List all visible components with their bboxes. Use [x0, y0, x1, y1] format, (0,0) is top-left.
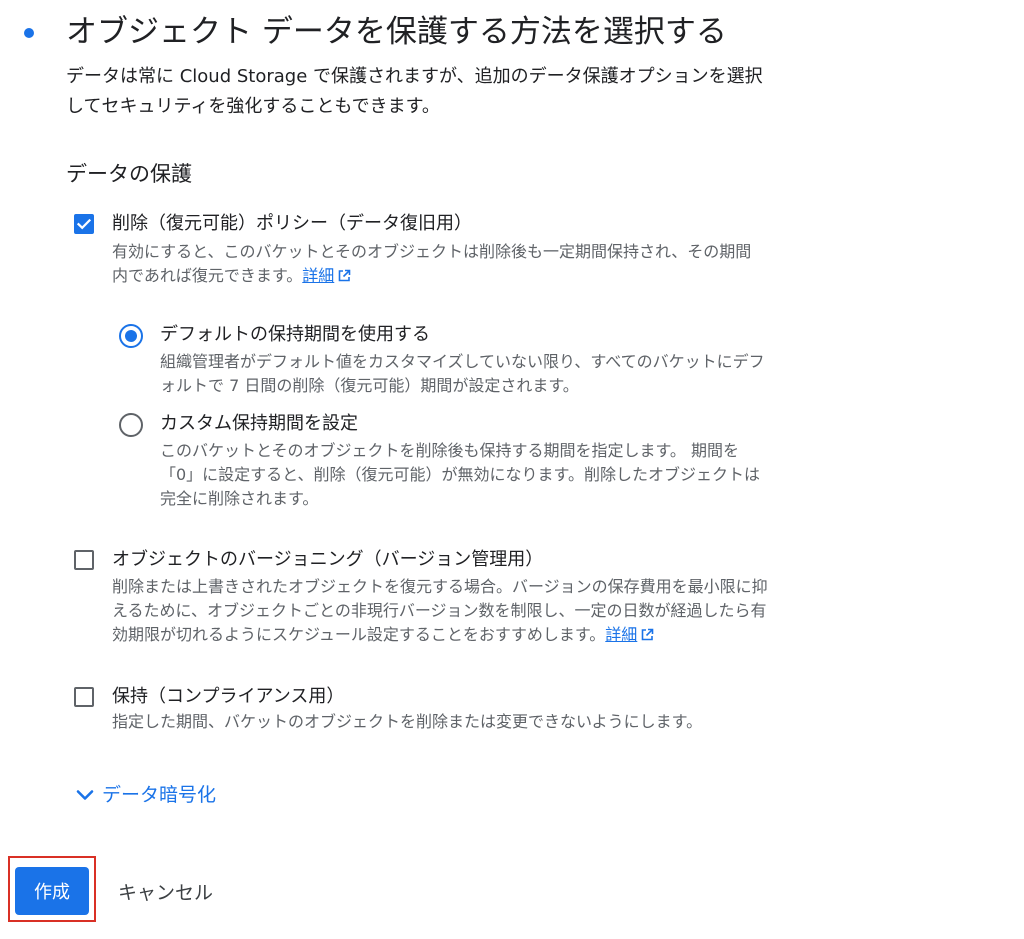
retention-compliance-checkbox[interactable]	[74, 687, 94, 707]
soft-delete-label[interactable]: 削除（復元可能）ポリシー（データ復旧用）	[112, 210, 472, 238]
default-retention-radio[interactable]	[119, 324, 143, 348]
soft-delete-learn-more-link[interactable]: 詳細	[302, 266, 334, 285]
object-versioning-learn-more-link[interactable]: 詳細	[605, 625, 637, 644]
step-title: オブジェクト データを保護する方法を選択する	[66, 14, 727, 50]
custom-retention-radio[interactable]	[119, 413, 143, 437]
retention-compliance-label[interactable]: 保持（コンプライアンス用）	[112, 683, 344, 711]
data-encryption-label: データ暗号化	[102, 784, 217, 806]
cancel-button[interactable]: キャンセル	[104, 867, 227, 915]
chevron-down-icon	[76, 790, 94, 800]
data-protection-heading: データの保護	[66, 162, 192, 186]
object-versioning-help-text: 削除または上書きされたオブジェクトを復元する場合。バージョンの保存費用を最小限に…	[112, 577, 768, 644]
soft-delete-checkbox[interactable]	[74, 214, 94, 234]
step-description: データは常に Cloud Storage で保護されますが、追加のデータ保護オプ…	[66, 66, 763, 117]
custom-retention-help: このバケットとそのオブジェクトを削除後も保持する期間を指定します。 期間を「0」…	[160, 441, 760, 508]
object-versioning-checkbox[interactable]	[74, 550, 94, 570]
custom-retention-label[interactable]: カスタム保持期間を設定	[160, 410, 358, 438]
object-versioning-label[interactable]: オブジェクトのバージョニング（バージョン管理用）	[112, 546, 543, 574]
checkmark-icon	[76, 218, 92, 230]
object-versioning-help: 削除または上書きされたオブジェクトを復元する場合。バージョンの保存費用を最小限に…	[112, 575, 772, 647]
soft-delete-help: 有効にすると、このバケットとそのオブジェクトは削除後も一定期間保持され、その期間…	[112, 240, 767, 288]
default-retention-help: 組織管理者がデフォルト値をカスタマイズしていない限り、すべてのバケットにデフォル…	[160, 352, 765, 395]
retention-compliance-help: 指定した期間、バケットのオブジェクトを削除または変更できないようにします。	[112, 712, 703, 731]
data-encryption-expander[interactable]: データ暗号化	[74, 780, 216, 810]
external-link-icon[interactable]	[337, 269, 351, 283]
external-link-icon[interactable]	[640, 628, 654, 642]
create-button[interactable]: 作成	[15, 867, 89, 915]
radio-selected-dot	[125, 330, 137, 342]
step-indicator-dot	[24, 28, 34, 38]
soft-delete-help-text: 有効にすると、このバケットとそのオブジェクトは削除後も一定期間保持され、その期間…	[112, 242, 752, 285]
default-retention-label[interactable]: デフォルトの保持期間を使用する	[160, 321, 430, 349]
